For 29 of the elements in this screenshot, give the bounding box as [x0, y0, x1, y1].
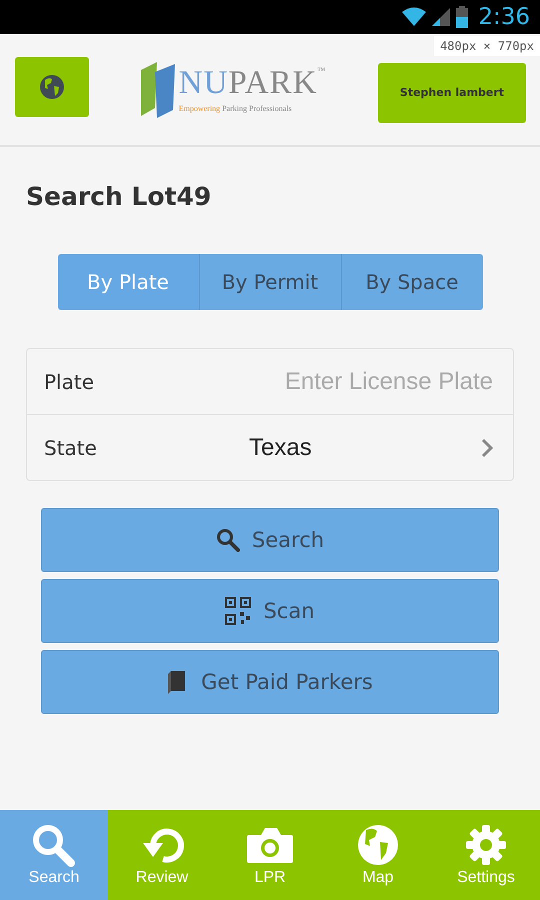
tab[interactable]: By Permit [198, 254, 340, 310]
tab[interactable]: By Space [340, 254, 482, 310]
globe-button[interactable] [15, 56, 89, 116]
logo-tagline: Empowering Parking Professionals [178, 104, 293, 112]
action-button[interactable]: Scan [41, 579, 499, 643]
nav-tab[interactable]: Search [0, 810, 108, 900]
wifi-icon [402, 7, 426, 27]
qr-code-icon [225, 597, 252, 625]
tab[interactable]: By Plate [58, 254, 198, 310]
action-button[interactable]: Get Paid Parkers [41, 650, 499, 714]
logo-icon [140, 62, 175, 118]
globe-icon [39, 74, 65, 100]
signal-icon [432, 7, 450, 27]
gear-icon [463, 823, 509, 867]
globe-icon [355, 823, 401, 867]
status-time: 2:36 [478, 4, 530, 30]
field-label: State [44, 436, 98, 460]
field-label: Plate [44, 370, 96, 394]
search-icon [31, 823, 77, 867]
size-overlay: 480px × 770px [434, 36, 540, 56]
user-button[interactable]: Stephen lambert [378, 62, 526, 122]
search-icon [216, 528, 240, 552]
page-title: Search Lot49 [26, 182, 212, 211]
plate-input[interactable]: Enter License Plate [194, 368, 493, 396]
chevron-icon[interactable] [481, 438, 493, 458]
action-button[interactable]: Search [41, 508, 499, 572]
battery-icon [456, 6, 468, 28]
logo-name: NUPARK$^{™}$ [178, 66, 326, 100]
state-value[interactable]: Texas [249, 434, 481, 462]
